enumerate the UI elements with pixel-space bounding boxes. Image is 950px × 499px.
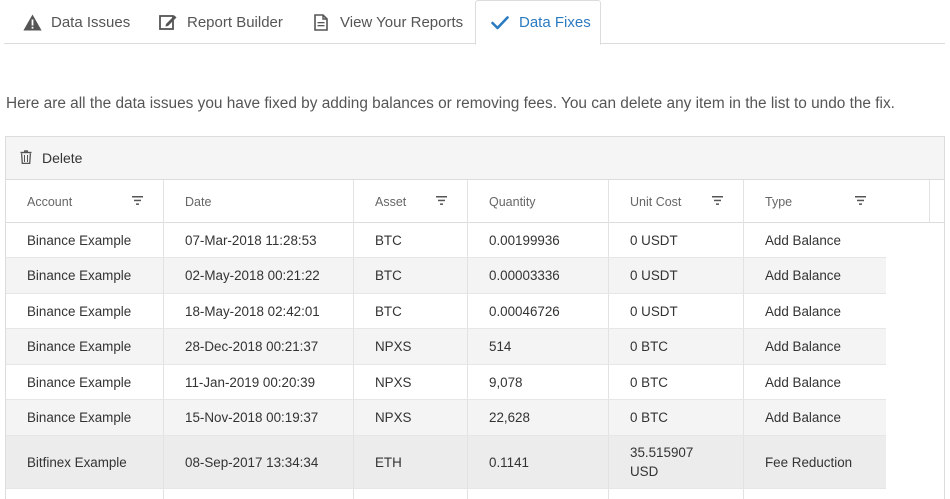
table-row[interactable]: Binance Example 18-May-2018 02:42:01 BTC… — [6, 294, 886, 329]
cell-unit-cost: 0 BTC — [609, 365, 744, 399]
data-fixes-panel: Delete Account Date Asset Quantity Unit … — [5, 136, 945, 499]
cell-date: 15-Nov-2018 00:19:37 — [164, 400, 354, 435]
cell-asset: NPXS — [354, 365, 468, 399]
tab-label: Data Issues — [51, 13, 131, 31]
tab-report-builder[interactable]: Report Builder — [158, 0, 283, 44]
cell-type: Add Balance — [765, 268, 841, 283]
cell-account: Binance Example — [6, 223, 164, 257]
edit-icon — [158, 12, 178, 32]
column-header-date[interactable]: Date — [164, 180, 354, 223]
table-row[interactable]: Binance Example 15-Nov-2018 00:19:37 NPX… — [6, 400, 886, 436]
cell-asset: NPXS — [354, 400, 468, 435]
column-header-quantity[interactable]: Quantity — [468, 180, 609, 223]
cell-quantity: 22,628 — [468, 400, 609, 435]
table-row[interactable]: Binance Example 07-Mar-2018 11:28:53 BTC… — [6, 223, 886, 258]
cell-date: 02-May-2018 00:21:22 — [164, 258, 354, 293]
cell-date: 08-Sep-2017 13:34:34 — [164, 436, 354, 488]
checkmark-icon — [490, 13, 510, 33]
tab-data-fixes[interactable]: Data Fixes — [475, 0, 601, 45]
tab-label: View Your Reports — [340, 13, 464, 31]
cell-asset: NPXS — [354, 329, 468, 364]
filter-icon[interactable] — [855, 196, 866, 205]
cell-type: Fee Reduction — [765, 454, 853, 470]
cell-type: Add Balance — [765, 232, 841, 248]
table-row[interactable]: Binance Example 02-May-2018 00:21:22 BTC… — [6, 258, 886, 294]
cell-unit-cost: 0 USDT — [609, 294, 744, 328]
column-header-spacer — [930, 180, 943, 223]
cell-date: 07-Mar-2018 11:28:53 — [164, 223, 354, 257]
cell-quantity: 0.00003336 — [468, 258, 609, 293]
warning-icon — [22, 12, 42, 32]
intro-text: Here are all the data issues you have fi… — [6, 95, 895, 112]
cell-date: 18-May-2018 02:42:01 — [164, 294, 354, 328]
table-row[interactable]: Binance Example 11-Jan-2019 00:20:39 NPX… — [6, 365, 886, 400]
cell-unit-cost: 0 BTC — [609, 400, 744, 435]
cell-unit-cost: 0 USDT — [609, 258, 744, 293]
cell-date: 28-Dec-2018 00:21:37 — [164, 329, 354, 364]
document-icon — [311, 12, 331, 32]
column-header-unit-cost[interactable]: Unit Cost — [609, 180, 744, 223]
filter-icon[interactable] — [132, 196, 143, 205]
filter-icon[interactable] — [712, 196, 723, 205]
tab-bar: Data Issues Report Builder View Your Rep… — [4, 0, 945, 45]
cell-account: Binance Example — [6, 258, 164, 293]
table-row-partial[interactable] — [6, 489, 886, 499]
delete-label: Delete — [42, 150, 83, 166]
cell-asset: ETH — [354, 436, 468, 488]
table-row[interactable]: Bitfinex Example 08-Sep-2017 13:34:34 ET… — [6, 436, 886, 489]
cell-asset: BTC — [354, 258, 468, 293]
cell-quantity: 0.00199936 — [468, 223, 609, 257]
cell-date: 11-Jan-2019 00:20:39 — [164, 365, 354, 399]
toolbar: Delete — [6, 137, 944, 180]
cell-quantity: 514 — [468, 329, 609, 364]
cell-unit-cost: 0 USDT — [609, 223, 744, 257]
data-fixes-table: Account Date Asset Quantity Unit Cost Ty… — [6, 180, 944, 499]
tab-view-your-reports[interactable]: View Your Reports — [311, 0, 463, 44]
tab-label: Report Builder — [187, 13, 283, 31]
cell-quantity: 0.00046726 — [468, 294, 609, 328]
column-header-account[interactable]: Account — [6, 180, 164, 223]
cell-type: Add Balance — [765, 303, 841, 319]
cell-quantity: 9,078 — [468, 365, 609, 399]
column-header-asset[interactable]: Asset — [354, 180, 468, 223]
cell-unit-cost: 0 BTC — [609, 329, 744, 364]
table-row[interactable]: Binance Example 28-Dec-2018 00:21:37 NPX… — [6, 329, 886, 365]
cell-account: Binance Example — [6, 329, 164, 364]
cell-unit-cost: 35.515907 USD — [609, 436, 744, 488]
cell-account: Bitfinex Example — [6, 436, 164, 488]
cell-type: Add Balance — [765, 339, 841, 354]
delete-button[interactable]: Delete — [20, 150, 82, 166]
cell-asset: BTC — [354, 294, 468, 328]
column-header-type[interactable]: Type — [744, 180, 930, 223]
cell-account: Binance Example — [6, 400, 164, 435]
cell-asset: BTC — [354, 223, 468, 257]
cell-type: Add Balance — [765, 374, 841, 390]
cell-type: Add Balance — [765, 410, 841, 425]
cell-quantity: 0.1141 — [468, 436, 609, 488]
filter-icon[interactable] — [436, 196, 447, 205]
cell-account: Binance Example — [6, 365, 164, 399]
tab-data-issues[interactable]: Data Issues — [22, 0, 130, 44]
tab-label: Data Fixes — [519, 14, 591, 31]
table-header: Account Date Asset Quantity Unit Cost Ty… — [6, 180, 944, 223]
trash-icon — [20, 150, 34, 166]
cell-account: Binance Example — [6, 294, 164, 328]
